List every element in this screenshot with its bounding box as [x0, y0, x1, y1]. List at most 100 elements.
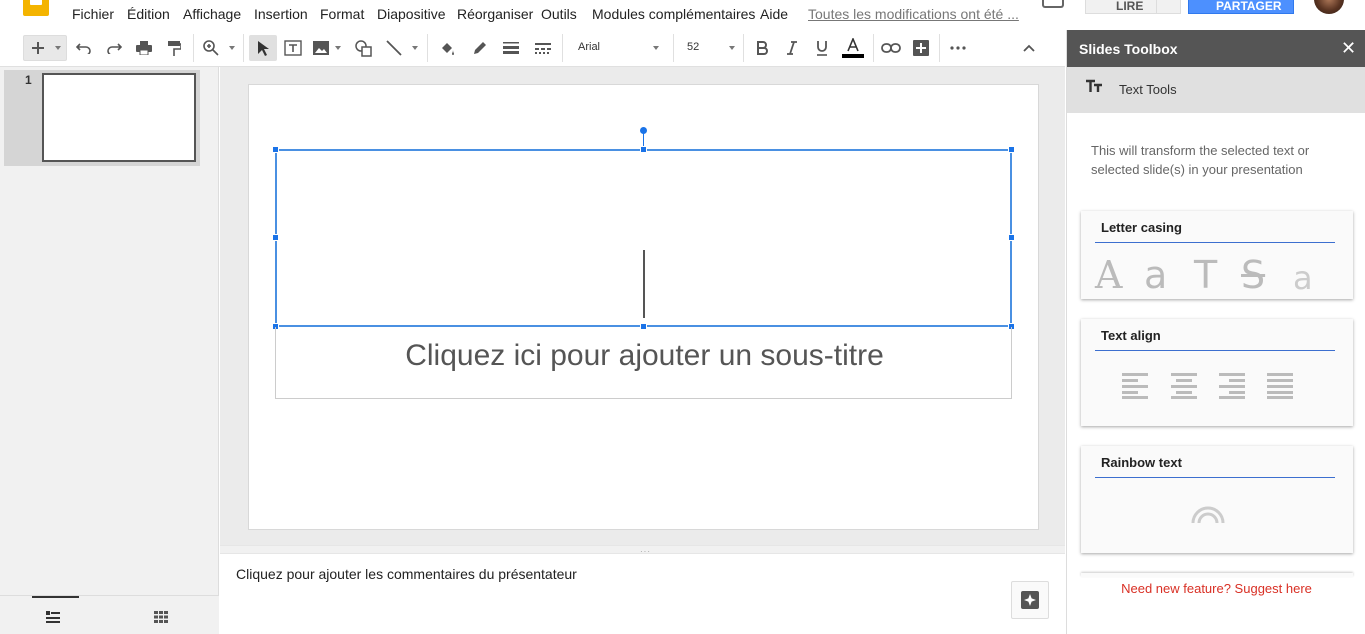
- close-icon[interactable]: ✕: [1341, 38, 1356, 59]
- text-align-title: Text align: [1101, 328, 1161, 343]
- slides-logo-icon[interactable]: [23, 0, 49, 16]
- rotation-handle[interactable]: [640, 127, 647, 134]
- divider: [427, 34, 428, 62]
- menu-outils[interactable]: Outils: [541, 6, 577, 22]
- share-button[interactable]: PARTAGER: [1188, 0, 1294, 14]
- sidebar-header: Slides Toolbox ✕: [1067, 30, 1365, 67]
- read-button[interactable]: LIRE: [1085, 0, 1157, 14]
- divider: [193, 34, 194, 62]
- title-case-button[interactable]: T: [1194, 253, 1217, 297]
- slides-toolbox-sidebar: Slides Toolbox ✕ Text Tools This will tr…: [1066, 30, 1365, 634]
- font-family-select[interactable]: Arial: [578, 41, 600, 53]
- shapes-icon: [354, 39, 372, 57]
- title-textbox-selected[interactable]: [275, 149, 1012, 327]
- slide[interactable]: Cliquez ici pour ajouter un sous-titre: [248, 84, 1039, 530]
- font-size-select[interactable]: 52: [687, 41, 699, 53]
- resize-handle-ne[interactable]: [1008, 146, 1015, 153]
- underline-button[interactable]: [812, 35, 832, 61]
- italic-button[interactable]: [782, 35, 802, 61]
- text-box-button[interactable]: [283, 35, 303, 61]
- avatar[interactable]: [1314, 0, 1344, 14]
- resize-handle-w[interactable]: [272, 234, 279, 241]
- grid-view-icon: [154, 611, 168, 623]
- subtitle-placeholder[interactable]: Cliquez ici pour ajouter un sous-titre: [276, 339, 1013, 373]
- collapse-toolbar-button[interactable]: [1019, 35, 1039, 61]
- paint-roller-icon: [168, 40, 181, 56]
- menu-reorganiser[interactable]: Réorganiser: [457, 6, 533, 22]
- text-color-button[interactable]: [841, 35, 865, 61]
- line-icon: [386, 40, 402, 56]
- shape-button[interactable]: [353, 35, 373, 61]
- resize-handle-e[interactable]: [1008, 234, 1015, 241]
- align-justify-icon[interactable]: [1267, 373, 1295, 399]
- pencil-icon: [474, 42, 486, 54]
- filmstrip-view-button[interactable]: [46, 610, 60, 628]
- rainbow-icon[interactable]: [1191, 506, 1225, 524]
- align-right-icon[interactable]: [1219, 373, 1247, 399]
- divider: [562, 34, 563, 62]
- menu-affichage[interactable]: Affichage: [183, 6, 241, 22]
- uppercase-button[interactable]: A: [1095, 253, 1122, 297]
- chevron-down-icon: [335, 46, 341, 50]
- explore-button[interactable]: [1011, 581, 1049, 619]
- resize-handle-n[interactable]: [640, 146, 647, 153]
- notes-resize-bar[interactable]: ···: [220, 545, 1065, 556]
- fill-color-button[interactable]: [437, 35, 457, 61]
- border-dash-button[interactable]: [533, 35, 553, 61]
- undo-icon: [76, 43, 91, 54]
- paint-format-button[interactable]: [164, 35, 184, 61]
- speaker-notes-input[interactable]: Cliquez pour ajouter les commentaires du…: [236, 566, 577, 582]
- menu-fichier[interactable]: Fichier: [72, 6, 114, 22]
- print-button[interactable]: [134, 35, 154, 61]
- bold-button[interactable]: [752, 35, 772, 61]
- text-tools-header[interactable]: Text Tools: [1067, 67, 1365, 113]
- resize-handle-nw[interactable]: [272, 146, 279, 153]
- menu-bar: Fichier Édition Affichage Insertion Form…: [0, 0, 1365, 30]
- save-status-link[interactable]: Toutes les modifications ont été ...: [808, 6, 1019, 22]
- superscript-button[interactable]: a: [1293, 259, 1313, 297]
- menu-diapositive[interactable]: Diapositive: [377, 6, 445, 22]
- cursor-arrow-icon: [258, 41, 269, 56]
- paint-bucket-icon: [442, 42, 454, 55]
- sidebar-title: Slides Toolbox: [1079, 41, 1178, 57]
- divider: [673, 34, 674, 62]
- text-tools-label: Text Tools: [1119, 82, 1177, 97]
- redo-button[interactable]: [104, 35, 124, 61]
- slide-canvas: Cliquez ici pour ajouter un sous-titre: [220, 67, 1065, 545]
- lowercase-button[interactable]: a: [1144, 253, 1167, 297]
- menu-modules[interactable]: Modules complémentaires: [592, 6, 755, 22]
- plus-icon: [32, 42, 44, 54]
- letter-casing-card: Letter casing A a T S a: [1081, 211, 1353, 299]
- align-left-icon[interactable]: [1122, 373, 1150, 399]
- speaker-notes: Cliquez pour ajouter les commentaires du…: [220, 554, 1065, 634]
- menu-insertion[interactable]: Insertion: [254, 6, 308, 22]
- subtitle-placeholder-box[interactable]: Cliquez ici pour ajouter un sous-titre: [275, 327, 1012, 399]
- border-weight-button[interactable]: [501, 35, 521, 61]
- line-button[interactable]: [384, 35, 404, 61]
- read-dropdown-button[interactable]: [1157, 0, 1181, 14]
- align-center-icon[interactable]: [1171, 373, 1199, 399]
- link-icon: [881, 43, 901, 53]
- menu-aide[interactable]: Aide: [760, 6, 788, 22]
- slide-thumbnail[interactable]: [42, 73, 196, 162]
- add-comment-button[interactable]: [911, 35, 931, 61]
- sidebar-description: This will transform the selected text or…: [1091, 143, 1310, 177]
- rainbow-text-title: Rainbow text: [1101, 455, 1182, 470]
- zoom-icon: [203, 40, 219, 56]
- slide-number: 1: [25, 73, 32, 87]
- redo-icon: [107, 43, 122, 54]
- text-tools-icon: [1085, 79, 1103, 98]
- image-button[interactable]: [311, 35, 331, 61]
- undo-button[interactable]: [74, 35, 94, 61]
- more-options-button[interactable]: [948, 35, 968, 61]
- suggest-feature-link[interactable]: Need new feature? Suggest here: [1067, 581, 1365, 596]
- zoom-button[interactable]: [200, 35, 222, 61]
- border-color-button[interactable]: [470, 35, 490, 61]
- menu-edition[interactable]: Édition: [127, 6, 170, 22]
- select-tool-button[interactable]: [249, 35, 277, 61]
- comments-icon[interactable]: [1042, 0, 1064, 8]
- strikethrough-button[interactable]: S: [1241, 253, 1265, 297]
- insert-link-button[interactable]: [880, 35, 902, 61]
- grid-view-button[interactable]: [154, 610, 168, 628]
- menu-format[interactable]: Format: [320, 6, 364, 22]
